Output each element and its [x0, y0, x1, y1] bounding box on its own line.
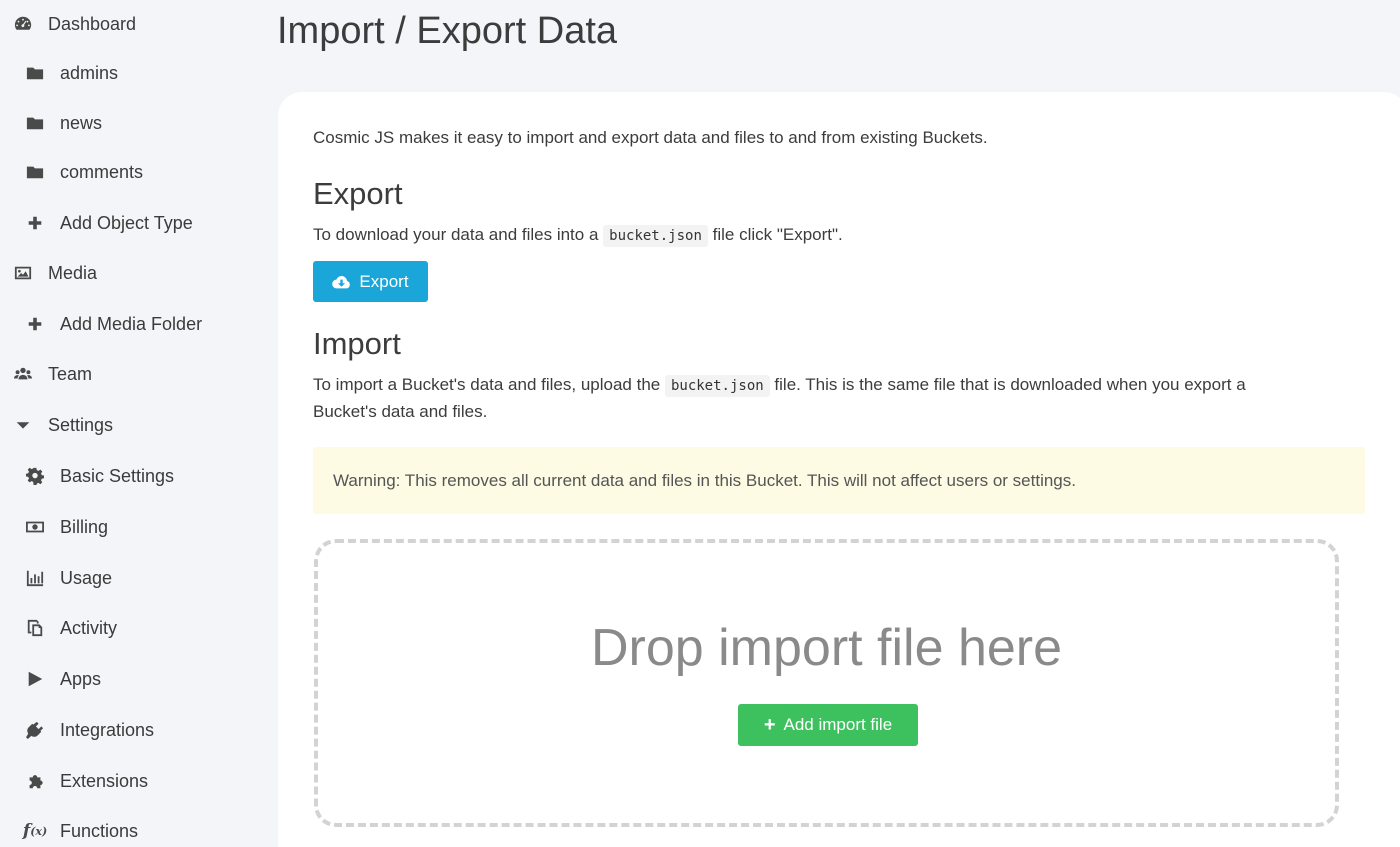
function-icon: f (x) — [22, 821, 48, 841]
sidebar-item-media[interactable]: Media — [12, 258, 97, 288]
sidebar-item-basic-settings[interactable]: Basic Settings — [24, 461, 174, 491]
image-icon — [12, 263, 34, 283]
sidebar-item-label: Integrations — [60, 719, 155, 740]
sidebar-item-functions[interactable]: f (x) Functions — [22, 816, 139, 846]
sidebar-item-settings[interactable]: Settings — [12, 410, 113, 440]
plug-icon — [24, 720, 46, 740]
plus-icon — [24, 314, 46, 334]
export-text-before: To download your data and files into a — [313, 225, 599, 244]
export-text-after: file click "Export". — [712, 225, 843, 244]
import-text-before: To import a Bucket's data and files, upl… — [313, 375, 661, 394]
sidebar-item-apps[interactable]: Apps — [24, 664, 101, 694]
money-icon — [24, 517, 46, 537]
export-description: To download your data and files into a b… — [313, 222, 843, 249]
sidebar-item-integrations[interactable]: Integrations — [24, 715, 154, 745]
sidebar-item-label: Add Object Type — [60, 212, 193, 233]
sidebar-item-label: Activity — [60, 617, 118, 638]
folder-icon — [24, 162, 46, 182]
folder-icon — [24, 63, 46, 83]
export-button-label: Export — [359, 271, 409, 291]
intro-text: Cosmic JS makes it easy to import and ex… — [313, 128, 988, 147]
sidebar: Dashboard admins news comments Add Objec… — [0, 0, 272, 847]
import-description: To import a Bucket's data and files, upl… — [313, 372, 1373, 424]
import-text-after: file. This is the same file that is down… — [774, 375, 1246, 394]
users-icon — [12, 364, 34, 384]
add-import-file-button[interactable]: + Add import file — [738, 704, 918, 746]
sidebar-item-label: Add Media Folder — [60, 313, 203, 334]
sidebar-item-label: Extensions — [60, 770, 149, 791]
sidebar-item-label: news — [60, 112, 103, 133]
export-button[interactable]: Export — [313, 261, 428, 302]
sidebar-item-label: Apps — [60, 668, 102, 689]
import-text-line2: Bucket's data and files. — [313, 402, 488, 421]
warning-alert: Warning: This removes all current data a… — [313, 447, 1365, 514]
sidebar-item-label: Basic Settings — [60, 465, 175, 486]
play-icon — [24, 669, 46, 689]
sidebar-item-add-media-folder[interactable]: Add Media Folder — [24, 309, 202, 339]
sidebar-item-usage[interactable]: Usage — [24, 563, 112, 593]
sidebar-item-label: admins — [60, 62, 119, 83]
gear-icon — [24, 466, 46, 486]
page-title: Import / Export Data — [277, 10, 618, 52]
dropzone-text: Drop import file here — [590, 619, 1063, 677]
copy-icon — [24, 618, 46, 638]
sidebar-item-label: Settings — [48, 414, 114, 435]
folder-icon — [24, 113, 46, 133]
sidebar-item-news[interactable]: news — [24, 108, 102, 138]
sidebar-item-label: comments — [60, 161, 144, 182]
caret-down-icon — [12, 415, 34, 435]
sidebar-item-label: Functions — [60, 820, 139, 841]
sidebar-item-team[interactable]: Team — [12, 359, 92, 389]
dashboard-icon — [12, 14, 34, 34]
sidebar-item-admins[interactable]: admins — [24, 58, 118, 88]
import-code: bucket.json — [664, 375, 770, 397]
sidebar-item-label: Usage — [60, 567, 113, 588]
add-import-file-label: Add import file — [783, 715, 893, 734]
plus-icon: + — [763, 713, 776, 736]
export-heading: Export — [313, 176, 403, 211]
sidebar-item-label: Media — [48, 262, 98, 283]
sidebar-item-activity[interactable]: Activity — [24, 613, 117, 643]
sidebar-item-label: Team — [48, 363, 93, 384]
import-heading: Import — [313, 326, 401, 361]
cloud-download-icon — [332, 275, 351, 288]
puzzle-icon — [24, 771, 46, 791]
import-dropzone[interactable]: Drop import file here + Add import file — [314, 539, 1339, 827]
sidebar-item-add-object-type[interactable]: Add Object Type — [24, 208, 193, 238]
sidebar-item-dashboard[interactable]: Dashboard — [12, 9, 136, 39]
sidebar-item-label: Dashboard — [48, 13, 137, 34]
plus-icon — [24, 213, 46, 233]
main-card: Cosmic JS makes it easy to import and ex… — [278, 92, 1400, 847]
sidebar-item-comments[interactable]: comments — [24, 157, 143, 187]
sidebar-item-extensions[interactable]: Extensions — [24, 766, 148, 796]
sidebar-item-label: Billing — [60, 516, 109, 537]
sidebar-item-billing[interactable]: Billing — [24, 512, 108, 542]
bar-chart-icon — [24, 568, 46, 588]
export-code: bucket.json — [603, 225, 708, 247]
